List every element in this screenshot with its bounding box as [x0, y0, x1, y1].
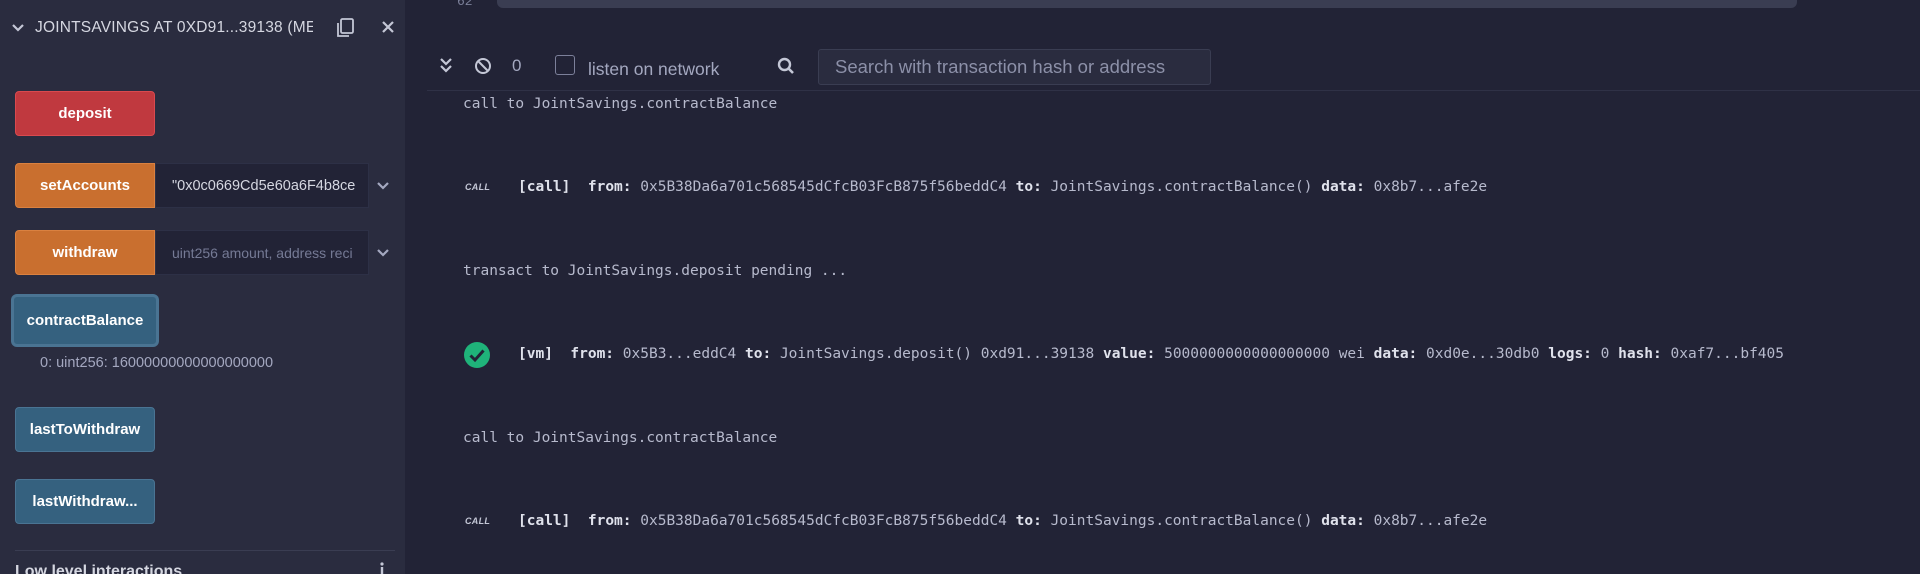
set-accounts-button[interactable]: setAccounts [15, 163, 155, 208]
data-value: 0xd0e...30db0 [1426, 346, 1540, 362]
contract-title: JOINTSAVINGS AT 0XD91...39138 (MEMORY) [35, 19, 313, 36]
log-call-row[interactable]: [call] from: 0x5B38Da6a701c568545dCfcB03… [518, 179, 1487, 195]
hash-key: hash: [1618, 346, 1662, 362]
search-input[interactable]: Search with transaction hash or address [818, 49, 1211, 85]
editor-strip: 62 [427, 0, 1920, 9]
pending-tx-count: 0 [512, 56, 522, 75]
log-line: call to JointSavings.contractBalance [463, 96, 778, 112]
check-circle-icon [464, 342, 490, 368]
contract-header[interactable]: JOINTSAVINGS AT 0XD91...39138 (MEMORY) [0, 0, 405, 58]
from-key: from: [587, 513, 632, 529]
to-value: JointSavings.deposit() 0xd91...39138 [779, 346, 1095, 362]
from-value: 0x5B38Da6a701c568545dCfcB03FcB875f56bedd… [640, 513, 1007, 529]
value-key: value: [1102, 346, 1156, 362]
data-key: data: [1321, 513, 1365, 529]
logs-value: 0 [1600, 346, 1610, 362]
log-line: call to JointSavings.contractBalance [463, 430, 778, 446]
to-value: JointSavings.contractBalance() [1050, 513, 1313, 529]
hash-value: 0xaf7...bf405 [1670, 346, 1785, 362]
deposit-button[interactable]: deposit [15, 91, 155, 136]
withdraw-button[interactable]: withdraw [15, 230, 155, 275]
low-level-label: Low level interactions [15, 563, 183, 574]
from-value: 0x5B38Da6a701c568545dCfcB03FcB875f56bedd… [640, 179, 1007, 195]
value-value: 5000000000000000000 wei [1164, 346, 1365, 362]
data-key: data: [1321, 179, 1365, 195]
from-key: from: [570, 346, 615, 362]
to-key: to: [1015, 179, 1042, 195]
remix-ide-window: JOINTSAVINGS AT 0XD91...39138 (MEMORY) d… [0, 0, 1920, 574]
panel-divider[interactable] [405, 0, 427, 574]
listen-on-network-checkbox[interactable] [555, 55, 575, 75]
double-chevron-icon[interactable] [439, 57, 453, 75]
terminal-panel: 62 0 listen on network Search with trans… [427, 0, 1920, 574]
contract-balance-result: 0: uint256: 16000000000000000000 [40, 355, 274, 371]
from-value: 0x5B3...eddC4 [622, 346, 737, 362]
logs-key: logs: [1548, 346, 1592, 362]
to-value: JointSavings.contractBalance() [1050, 179, 1313, 195]
chevron-down-icon[interactable] [375, 247, 391, 259]
terminal-toolbar: 0 listen on network Search with transact… [427, 43, 1920, 91]
chevron-down-icon[interactable] [11, 22, 25, 34]
log-tag: [call] [518, 513, 571, 529]
close-icon[interactable] [380, 19, 396, 35]
log-tag: [vm] [518, 346, 553, 362]
listen-on-network-label[interactable]: listen on network [588, 59, 719, 80]
set-accounts-input[interactable]: "0x0c0669Cd5e60a6F4b8ce [155, 163, 369, 208]
call-badge: CALL [465, 182, 491, 192]
info-icon[interactable] [378, 561, 386, 574]
data-value: 0x8b7...afe2e [1373, 179, 1488, 195]
log-line: transact to JointSavings.deposit pending… [463, 263, 848, 279]
data-value: 0x8b7...afe2e [1373, 513, 1488, 529]
withdraw-input[interactable]: uint256 amount, address reci [155, 230, 369, 275]
log-tx-row[interactable]: [vm] from: 0x5B3...eddC4 to: JointSaving… [518, 346, 1784, 362]
low-level-interactions: Low level interactions [15, 550, 395, 574]
last-withdraw-button[interactable]: lastWithdraw... [15, 479, 155, 524]
contract-balance-button[interactable]: contractBalance [13, 296, 157, 345]
log-tag: [call] [518, 179, 571, 195]
ban-icon[interactable] [474, 57, 492, 75]
to-key: to: [745, 346, 772, 362]
last-to-withdraw-button[interactable]: lastToWithdraw [15, 407, 155, 452]
horizontal-scrollbar[interactable] [497, 0, 1797, 8]
copy-icon[interactable] [335, 17, 355, 39]
chevron-down-icon[interactable] [375, 180, 391, 192]
to-key: to: [1015, 513, 1042, 529]
search-icon [777, 57, 794, 74]
call-badge: CALL [465, 516, 491, 526]
line-number: 62 [457, 0, 473, 9]
data-key: data: [1373, 346, 1418, 362]
from-key: from: [587, 179, 632, 195]
deployed-contract-panel: JOINTSAVINGS AT 0XD91...39138 (MEMORY) d… [0, 0, 405, 574]
log-call-row[interactable]: [call] from: 0x5B38Da6a701c568545dCfcB03… [518, 513, 1487, 529]
